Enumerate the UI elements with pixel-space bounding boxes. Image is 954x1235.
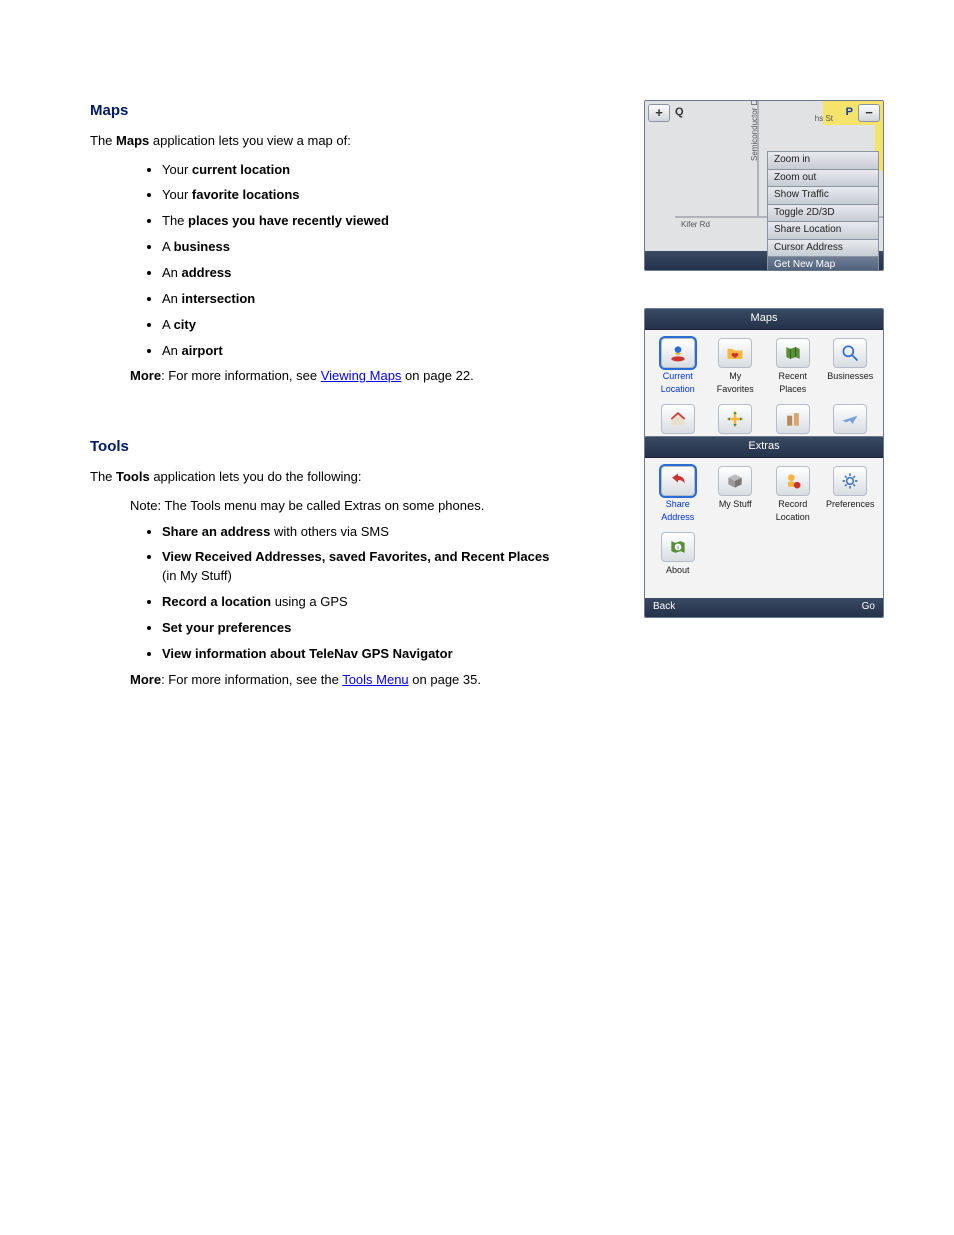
zoom-out-button[interactable]: − bbox=[858, 104, 880, 122]
maps-intro: The Maps application lets you view a map… bbox=[90, 132, 510, 151]
viewing-maps-link[interactable]: Viewing Maps bbox=[321, 368, 402, 383]
minus-icon: − bbox=[865, 104, 873, 123]
menu-cursor-address[interactable]: Cursor Address bbox=[767, 240, 879, 258]
menu-show-traffic[interactable]: Show Traffic bbox=[767, 187, 879, 205]
tools-more: More: For more information, see the Tool… bbox=[130, 671, 884, 690]
list-item: Record a location using a GPS bbox=[162, 593, 562, 612]
extras-grid: Share Address My Stuff Record Location P… bbox=[645, 458, 883, 598]
maps-list: Your current location Your favorite loca… bbox=[162, 161, 562, 361]
footer-bar: Back Go bbox=[645, 598, 883, 617]
list-item: Set your preferences bbox=[162, 619, 562, 638]
list-item: Your current location bbox=[162, 161, 562, 180]
maps-section: Kifer Rd Semiconductor Dr hs St + Q − P … bbox=[90, 100, 884, 386]
list-item: The places you have recently viewed bbox=[162, 212, 562, 231]
context-menu: Zoom in Zoom out Show Traffic Toggle 2D/… bbox=[767, 151, 879, 271]
grid-recent-places[interactable]: Recent Places bbox=[766, 336, 820, 398]
list-item: View information about TeleNav GPS Navig… bbox=[162, 645, 562, 664]
list-item: A city bbox=[162, 316, 562, 335]
folder-heart-icon bbox=[718, 338, 752, 368]
extras-grid-screenshot: Extras Share Address My Stuff Record Loc… bbox=[644, 436, 884, 617]
buildings-icon bbox=[776, 404, 810, 434]
list-item: An intersection bbox=[162, 290, 562, 309]
menu-share-location[interactable]: Share Location bbox=[767, 222, 879, 240]
go-button[interactable]: Go bbox=[862, 600, 875, 615]
road-label-semi: Semiconductor Dr bbox=[749, 100, 761, 161]
road-label-hs: hs St bbox=[815, 113, 833, 125]
house-icon bbox=[661, 404, 695, 434]
list-item: Your favorite locations bbox=[162, 186, 562, 205]
list-item: A business bbox=[162, 238, 562, 257]
grid-businesses[interactable]: Businesses bbox=[824, 336, 878, 398]
q-label: Q bbox=[675, 105, 684, 121]
tools-menu-link[interactable]: Tools Menu bbox=[342, 672, 408, 687]
titlebar-maps: Maps bbox=[645, 309, 883, 330]
list-item: An airport bbox=[162, 342, 562, 361]
menu-zoom-out[interactable]: Zoom out bbox=[767, 170, 879, 188]
p-label: P bbox=[846, 105, 853, 121]
map-screenshot: Kifer Rd Semiconductor Dr hs St + Q − P … bbox=[644, 100, 884, 271]
arrows-cross-icon bbox=[718, 404, 752, 434]
zoom-in-button[interactable]: + bbox=[648, 104, 670, 122]
tools-section: Extras Share Address My Stuff Record Loc… bbox=[90, 436, 884, 689]
tools-intro: The Tools application lets you do the fo… bbox=[90, 468, 510, 487]
back-button[interactable]: Back bbox=[653, 600, 675, 615]
grid-my-favorites[interactable]: My Favorites bbox=[709, 336, 763, 398]
list-item: View Received Addresses, saved Favorites… bbox=[162, 548, 562, 586]
menu-get-new-map[interactable]: Get New Map bbox=[767, 257, 879, 271]
info-map-icon: i bbox=[661, 532, 695, 562]
grid-about[interactable]: i About bbox=[651, 530, 705, 579]
list-item: An address bbox=[162, 264, 562, 283]
grid-record-location[interactable]: Record Location bbox=[766, 464, 820, 526]
grid-current-location[interactable]: Current Location bbox=[651, 336, 705, 398]
person-pin-icon bbox=[661, 338, 695, 368]
titlebar-extras: Extras bbox=[645, 437, 883, 458]
menu-toggle-2d3d[interactable]: Toggle 2D/3D bbox=[767, 205, 879, 223]
gear-icon bbox=[833, 466, 867, 496]
box-icon bbox=[718, 466, 752, 496]
tools-list: Share an address with others via SMS Vie… bbox=[162, 523, 562, 664]
menu-zoom-in[interactable]: Zoom in bbox=[767, 151, 879, 170]
share-icon bbox=[661, 466, 695, 496]
map-fold-icon bbox=[776, 338, 810, 368]
road-label-kifer: Kifer Rd bbox=[681, 219, 710, 231]
person-record-icon bbox=[776, 466, 810, 496]
map-area[interactable]: Kifer Rd Semiconductor Dr hs St + Q − P … bbox=[645, 101, 883, 251]
airplane-icon bbox=[833, 404, 867, 434]
tools-note: Note: The Tools menu may be called Extra… bbox=[130, 497, 550, 516]
grid-share-address[interactable]: Share Address bbox=[651, 464, 705, 526]
grid-my-stuff[interactable]: My Stuff bbox=[709, 464, 763, 526]
magnifier-icon bbox=[833, 338, 867, 368]
list-item: Share an address with others via SMS bbox=[162, 523, 562, 542]
grid-preferences[interactable]: Preferences bbox=[824, 464, 878, 526]
plus-icon: + bbox=[655, 104, 663, 123]
